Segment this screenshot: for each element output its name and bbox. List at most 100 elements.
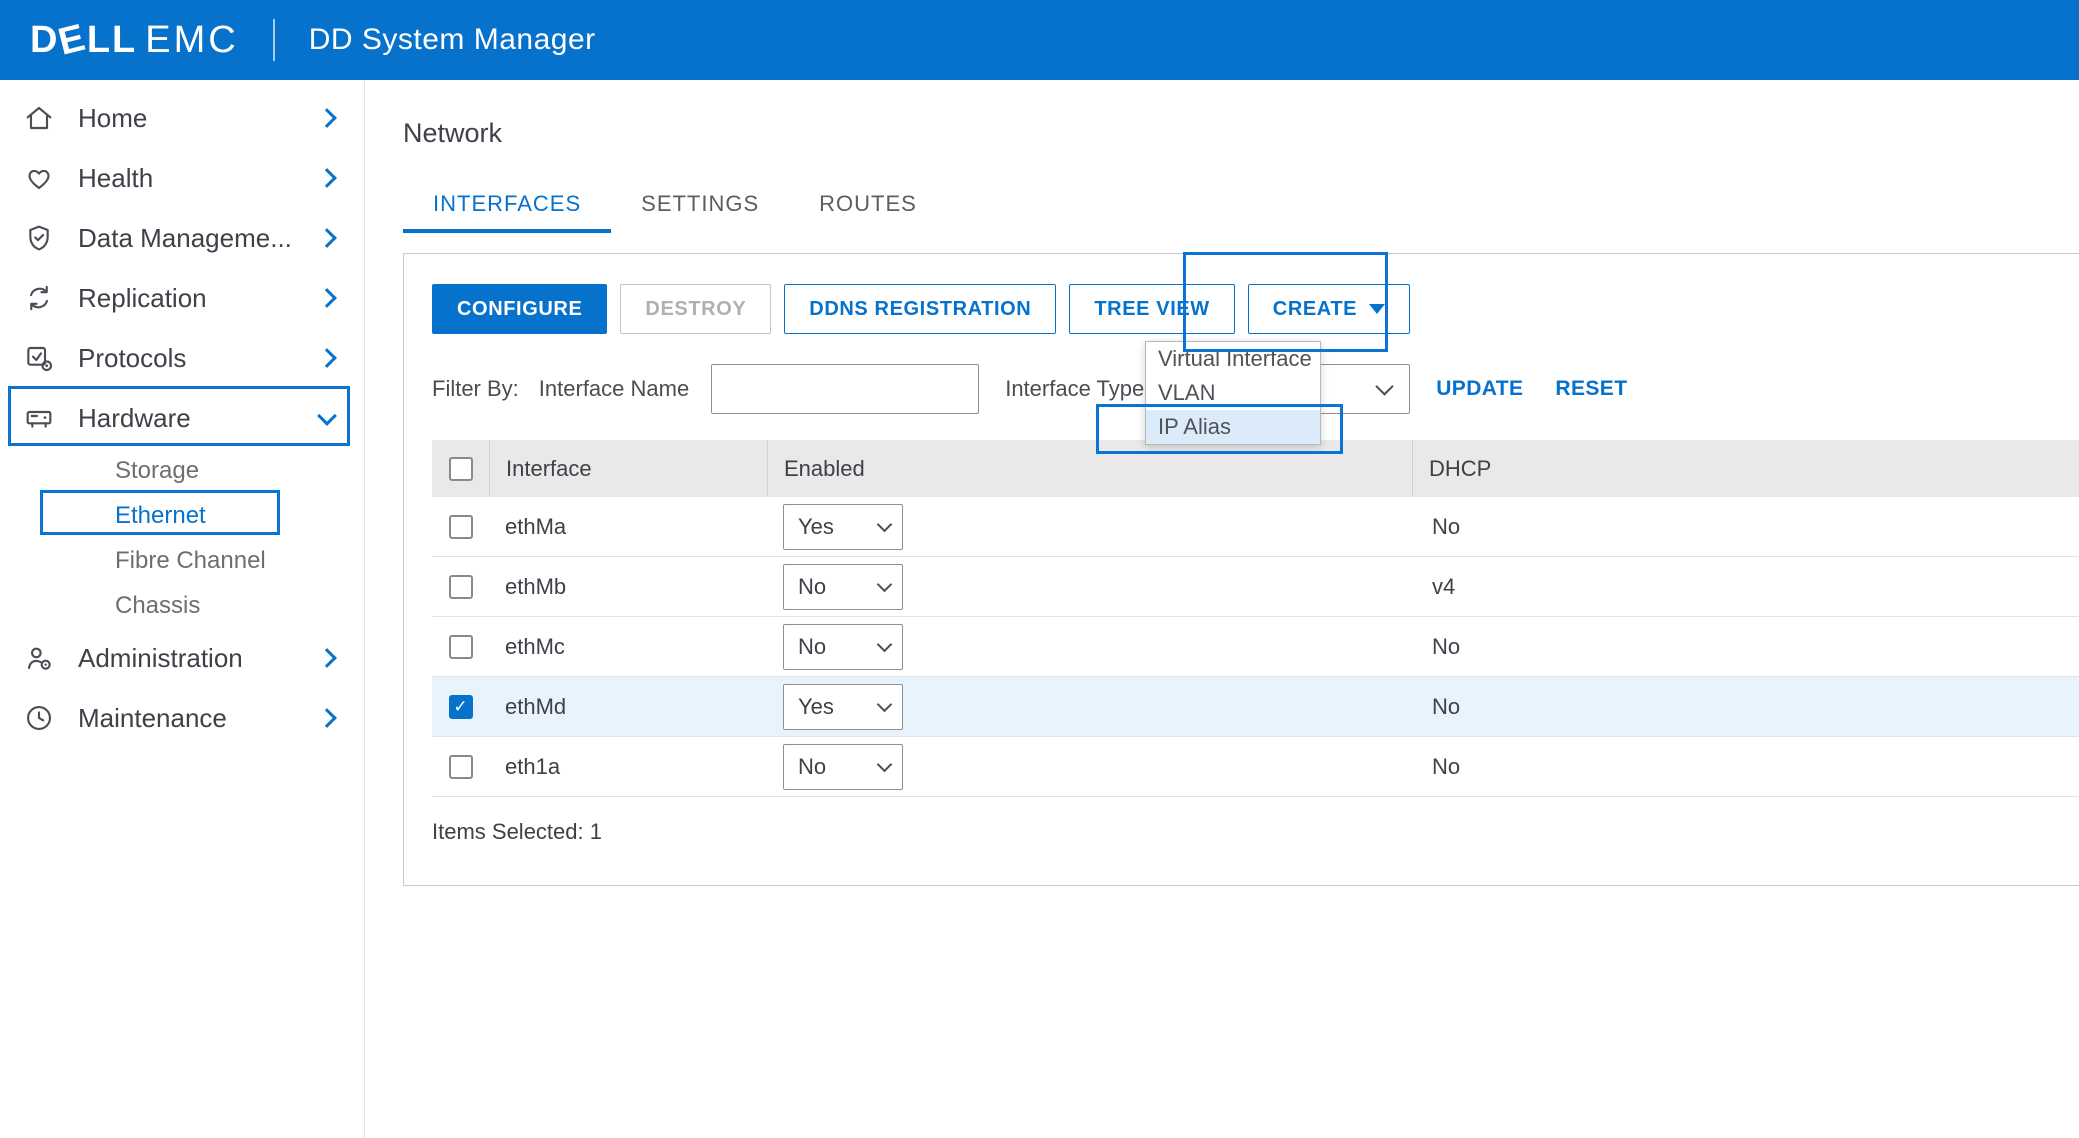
enabled-cell: No (767, 624, 1412, 670)
column-header-interface[interactable]: Interface (489, 440, 767, 497)
dhcp-value: No (1412, 514, 2079, 540)
enabled-cell: Yes (767, 504, 1412, 550)
items-selected: Items Selected: 1 (432, 819, 2079, 845)
dell-emc-logo: DELL EMC (30, 19, 239, 62)
sidebar-item-label: Administration (78, 643, 320, 674)
sidebar-item-protocols[interactable]: Protocols (0, 328, 364, 388)
interfaces-table: Interface Enabled DHCP ethMa Yes No (432, 440, 2079, 797)
sidebar-item-health[interactable]: Health (0, 148, 364, 208)
sidebar-item-chassis[interactable]: Chassis (115, 583, 364, 628)
interface-name: ethMc (489, 634, 767, 660)
sidebar-item-label: Health (78, 163, 320, 194)
enabled-select[interactable]: No (783, 624, 903, 670)
sidebar-item-home[interactable]: Home (0, 88, 364, 148)
configure-button[interactable]: CONFIGURE (432, 284, 607, 334)
row-checkbox-checked[interactable] (449, 695, 473, 719)
row-checkbox-cell (432, 617, 489, 676)
create-button[interactable]: CREATE (1248, 284, 1410, 334)
table-header-row: Interface Enabled DHCP (432, 440, 2079, 497)
interface-name-input[interactable] (711, 364, 979, 414)
enabled-value: No (798, 574, 879, 600)
emc-wordmark: EMC (145, 19, 238, 62)
chevron-down-icon (877, 636, 893, 652)
interface-type-label: Interface Type (1005, 376, 1144, 402)
table-row-ethMb: ethMb No v4 (432, 557, 2079, 617)
dhcp-value: No (1412, 694, 2079, 720)
dhcp-value: v4 (1412, 574, 2079, 600)
chevron-right-icon (317, 648, 337, 668)
interface-name-label: Interface Name (539, 376, 689, 402)
menu-item-virtual-interface[interactable]: Virtual Interface (1146, 342, 1320, 376)
column-header-dhcp[interactable]: DHCP (1412, 440, 2079, 497)
enabled-select[interactable]: Yes (783, 504, 903, 550)
chevron-right-icon (317, 288, 337, 308)
column-header-enabled[interactable]: Enabled (767, 440, 1412, 497)
enabled-cell: Yes (767, 684, 1412, 730)
create-button-label: CREATE (1273, 298, 1357, 321)
chevron-down-icon (1376, 377, 1394, 395)
dhcp-value: No (1412, 634, 2079, 660)
row-checkbox-cell (432, 737, 489, 796)
interface-name: ethMb (489, 574, 767, 600)
row-checkbox[interactable] (449, 575, 473, 599)
tab-settings[interactable]: SETTINGS (611, 191, 789, 233)
interface-name: ethMa (489, 514, 767, 540)
chevron-down-icon (877, 516, 893, 532)
sidebar-item-label: Data Manageme... (78, 223, 320, 254)
dhcp-value: No (1412, 754, 2079, 780)
enabled-select[interactable]: No (783, 744, 903, 790)
chevron-right-icon (317, 108, 337, 128)
home-icon (22, 101, 56, 135)
heart-icon (22, 161, 56, 195)
sidebar-item-label: Home (78, 103, 320, 134)
menu-item-vlan[interactable]: VLAN (1146, 376, 1320, 410)
caret-down-icon (1369, 304, 1385, 314)
update-link[interactable]: UPDATE (1436, 377, 1523, 401)
tab-bar: INTERFACES SETTINGS ROUTES (403, 191, 2079, 233)
reset-link[interactable]: RESET (1555, 377, 1627, 401)
menu-item-ip-alias[interactable]: IP Alias (1146, 410, 1320, 444)
ddns-registration-button[interactable]: DDNS REGISTRATION (784, 284, 1056, 334)
sub-item-label: Storage (115, 457, 199, 485)
header-divider (273, 19, 275, 61)
destroy-button[interactable]: DESTROY (620, 284, 771, 334)
chevron-down-icon (877, 756, 893, 772)
chevron-down-icon (317, 406, 337, 426)
interface-name: eth1a (489, 754, 767, 780)
sidebar-item-label: Protocols (78, 343, 320, 374)
sidebar-item-ethernet[interactable]: Ethernet (115, 493, 364, 538)
tab-routes[interactable]: ROUTES (789, 191, 947, 233)
tab-interfaces[interactable]: INTERFACES (403, 191, 611, 233)
sidebar-item-maintenance[interactable]: Maintenance (0, 688, 364, 748)
sidebar-item-hardware[interactable]: Hardware (0, 388, 364, 448)
sidebar-item-data-management[interactable]: Data Manageme... (0, 208, 364, 268)
toolbar: CONFIGURE DESTROY DDNS REGISTRATION TREE… (432, 284, 2079, 334)
row-checkbox[interactable] (449, 635, 473, 659)
interface-name: ethMd (489, 694, 767, 720)
sidebar-item-fibre-channel[interactable]: Fibre Channel (115, 538, 364, 583)
enabled-select[interactable]: No (783, 564, 903, 610)
enabled-cell: No (767, 744, 1412, 790)
sidebar-item-administration[interactable]: Administration (0, 628, 364, 688)
administration-icon (22, 641, 56, 675)
sidebar-item-storage[interactable]: Storage (115, 448, 364, 493)
sub-item-label: Fibre Channel (115, 547, 266, 575)
enabled-select[interactable]: Yes (783, 684, 903, 730)
row-checkbox[interactable] (449, 515, 473, 539)
row-checkbox[interactable] (449, 755, 473, 779)
sidebar-item-label: Replication (78, 283, 320, 314)
enabled-cell: No (767, 564, 1412, 610)
enabled-value: Yes (798, 694, 879, 720)
tree-view-button[interactable]: TREE VIEW (1069, 284, 1234, 334)
select-all-checkbox[interactable] (449, 457, 473, 481)
replication-icon (22, 281, 56, 315)
enabled-value: Yes (798, 514, 879, 540)
maintenance-icon (22, 701, 56, 735)
table-row-ethMa: ethMa Yes No (432, 497, 2079, 557)
sidebar-item-replication[interactable]: Replication (0, 268, 364, 328)
sidebar-item-label: Hardware (78, 403, 320, 434)
chevron-right-icon (317, 228, 337, 248)
shield-icon (22, 221, 56, 255)
row-checkbox-cell (432, 677, 489, 736)
sidebar: Home Health Data Manageme... Replication (0, 80, 365, 1138)
